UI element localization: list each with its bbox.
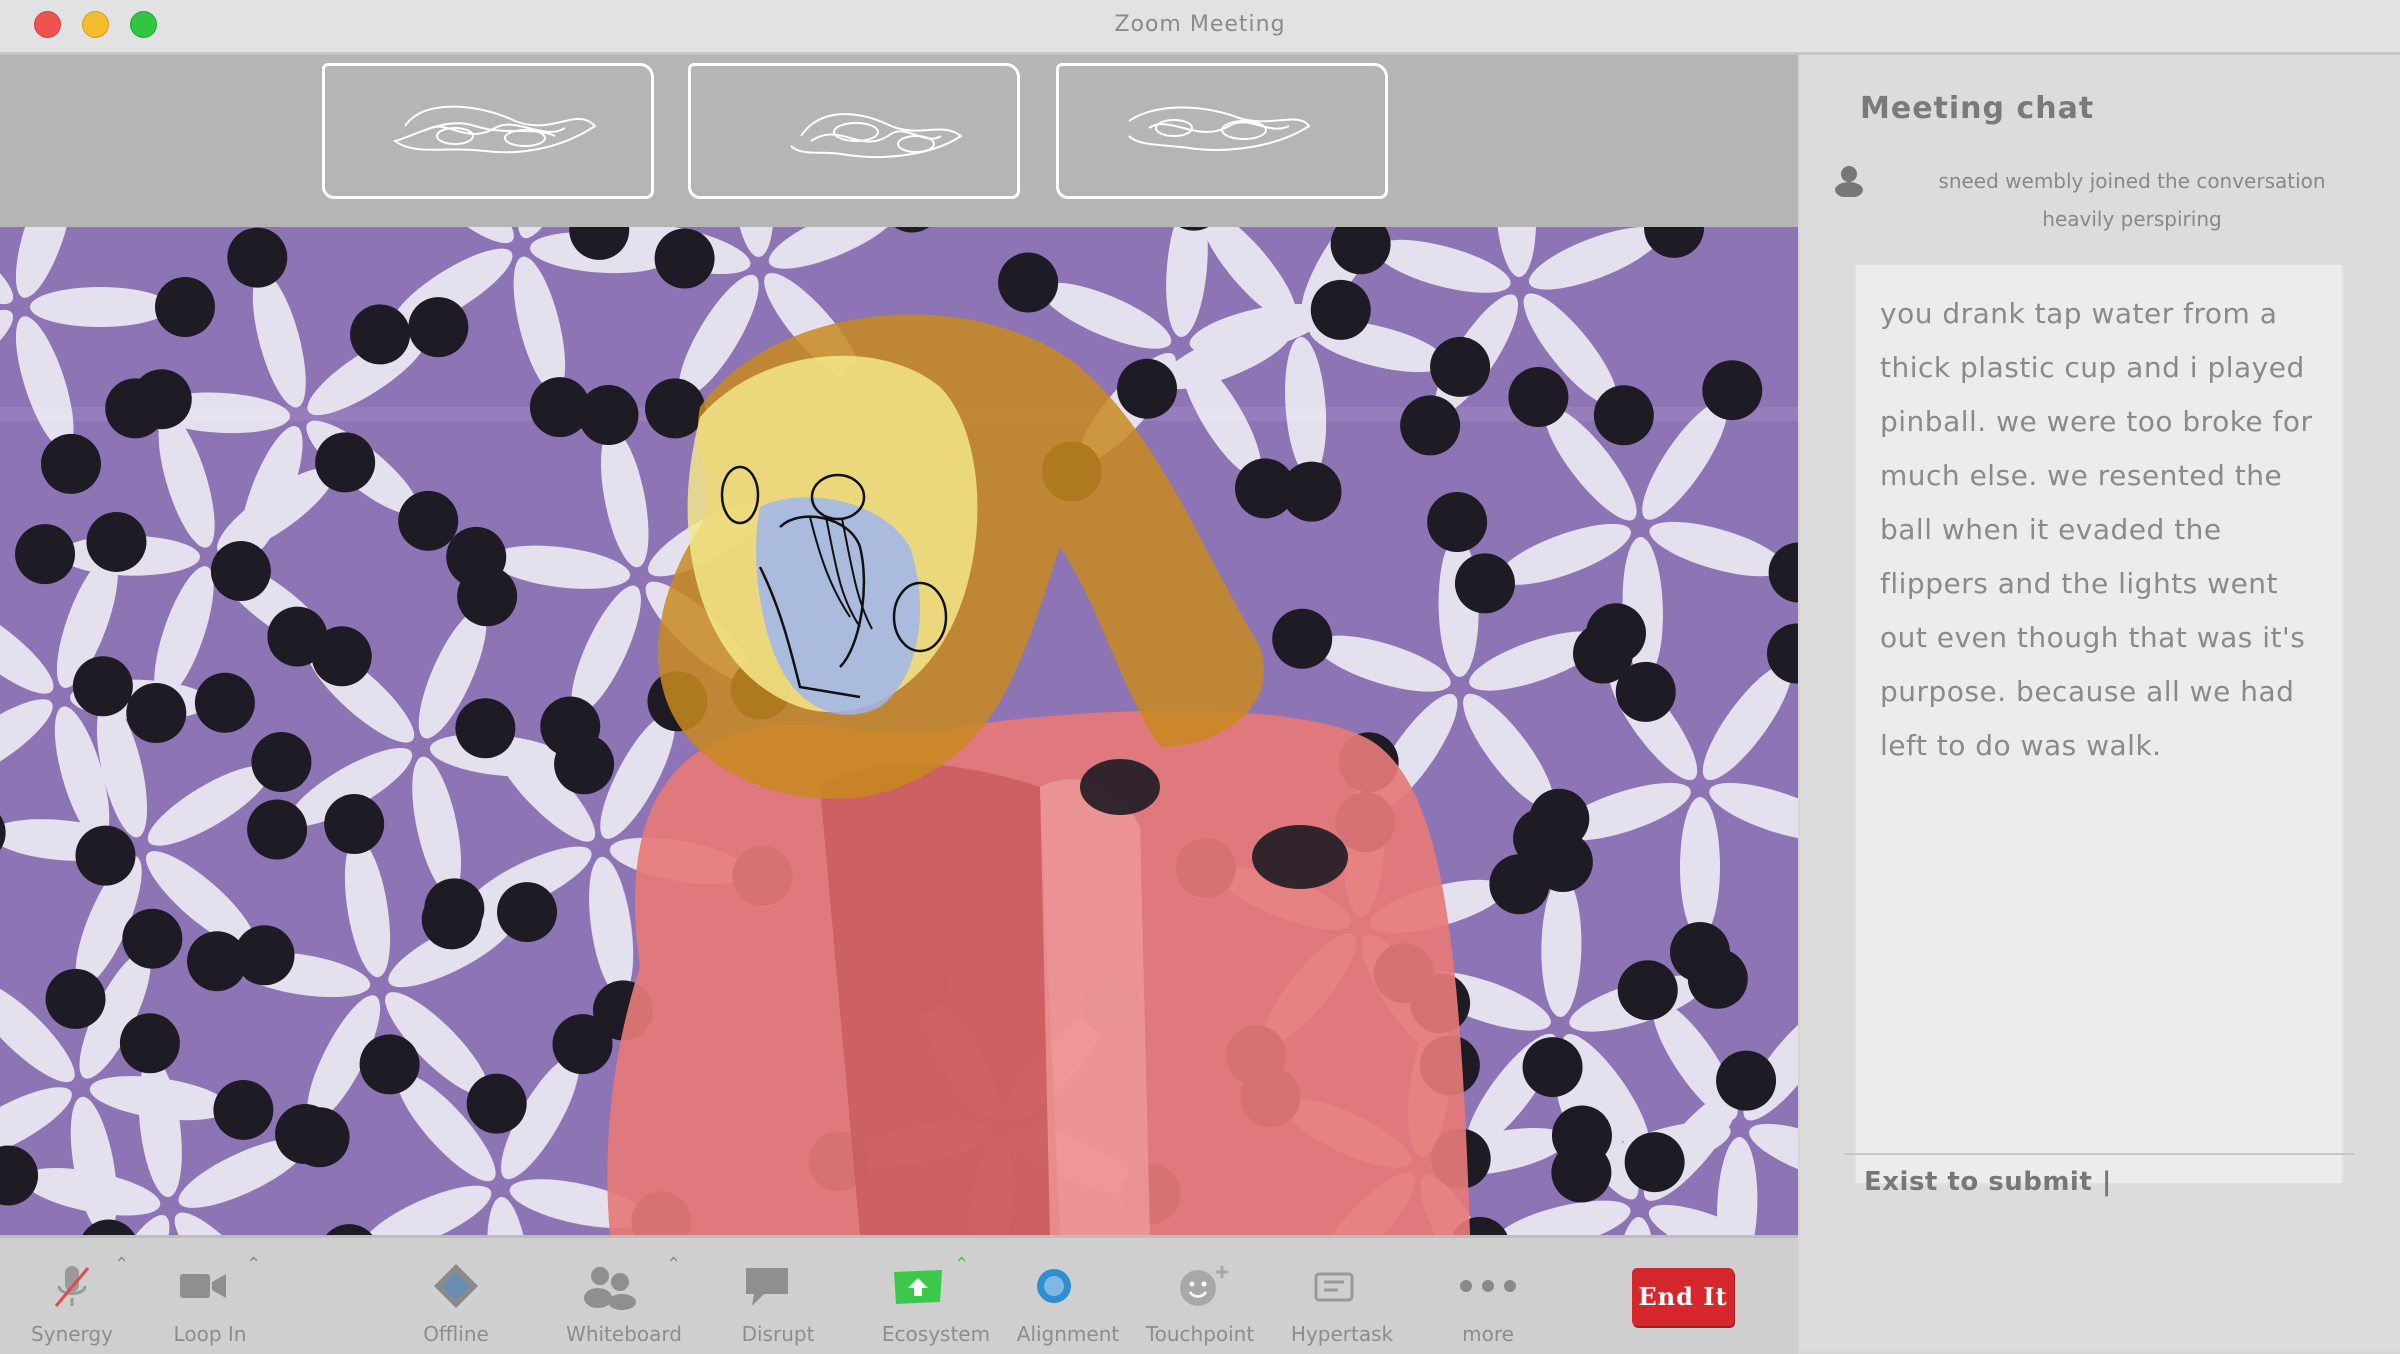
smiley-add-icon [1180, 1266, 1228, 1306]
offline-label: Offline [423, 1322, 489, 1346]
alignment-button[interactable]: Alignment [1016, 1248, 1120, 1348]
video-painting [0, 227, 1798, 1235]
more-label: more [1462, 1322, 1514, 1346]
meeting-stage [0, 55, 1798, 1235]
hypertask-button[interactable]: Hypertask [1286, 1248, 1406, 1348]
hypertask-icon [1314, 1272, 1354, 1302]
ellipsis-icon [1460, 1280, 1516, 1292]
offline-button[interactable]: Offline [410, 1248, 510, 1348]
chat-message-box: you drank tap water from a thick plastic… [1854, 263, 2344, 1185]
main-video-feed [0, 227, 1798, 1235]
chat-input-placeholder: Exist to submit | [1864, 1167, 2112, 1197]
microphone-muted-icon [54, 1266, 90, 1307]
system-message-detail: heavily perspiring [2042, 207, 2222, 231]
end-meeting-button[interactable]: End It [1632, 1268, 1734, 1326]
caret-up-icon[interactable]: ⌃ [666, 1254, 681, 1275]
window-title: Zoom Meeting [1114, 12, 1286, 37]
caret-up-icon[interactable]: ⌃ [954, 1254, 969, 1275]
participant-thumbnail-strip [0, 55, 1798, 227]
loop-in-label: Loop In [173, 1322, 247, 1346]
avatar-icon [1835, 166, 1863, 197]
people-icon [584, 1267, 636, 1310]
ecosystem-label: Ecosystem [881, 1322, 991, 1346]
whiteboard-label: Whiteboard [566, 1322, 682, 1346]
circle-icon [1037, 1269, 1071, 1303]
chat-input[interactable]: Exist to submit | [1844, 1153, 2354, 1207]
participant-thumbnail[interactable] [1056, 63, 1388, 199]
hypertask-label: Hypertask [1290, 1322, 1394, 1346]
touchpoint-button[interactable]: Touchpoint [1146, 1248, 1270, 1348]
participant-thumbnail[interactable] [688, 63, 1020, 199]
chat-panel: Meeting chat sneed wembly joined the con… [1800, 55, 2400, 1351]
participant-thumbnail[interactable] [322, 63, 654, 199]
share-screen-icon [894, 1270, 942, 1304]
synergy-label: Synergy [31, 1322, 113, 1346]
alignment-label: Alignment [1016, 1322, 1120, 1346]
touchpoint-label: Touchpoint [1145, 1322, 1255, 1346]
caret-up-icon[interactable]: ⌃ [246, 1254, 261, 1275]
system-message: sneed wembly joined the conversation [1938, 169, 2326, 193]
title-bar: Zoom Meeting [0, 0, 2400, 55]
ecosystem-button[interactable]: Ecosystem [880, 1248, 1000, 1348]
chat-title: Meeting chat [1860, 91, 2095, 126]
diamond-icon [434, 1264, 478, 1308]
speech-bubble-icon [746, 1268, 788, 1306]
disrupt-label: Disrupt [741, 1322, 815, 1346]
meeting-toolbar: Synergy ⌃ Loop In ⌃ Offline Whiteboard ⌃… [0, 1235, 1798, 1354]
video-camera-icon [180, 1274, 226, 1298]
caret-up-icon[interactable]: ⌃ [114, 1254, 129, 1275]
chat-message: you drank tap water from a thick plastic… [1880, 297, 2313, 762]
disrupt-button[interactable]: Disrupt [736, 1248, 836, 1348]
more-button[interactable]: more [1434, 1248, 1544, 1348]
